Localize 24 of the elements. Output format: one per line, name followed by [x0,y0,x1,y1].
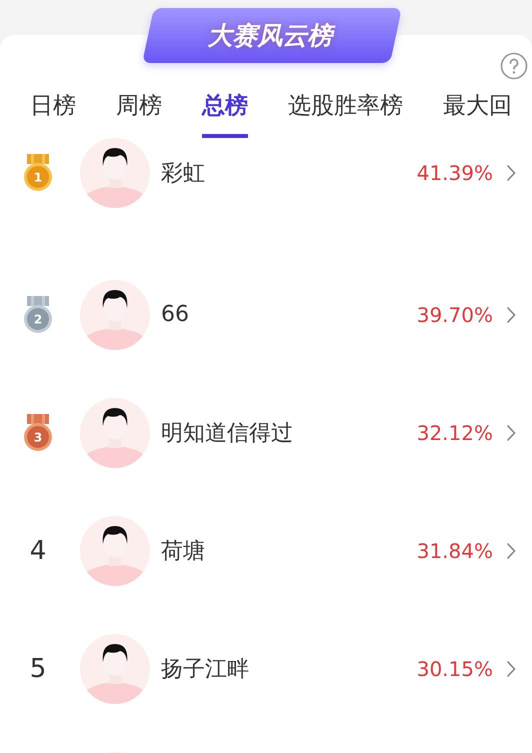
rank-number: 5 [30,654,46,684]
user-name: 66 [161,302,190,327]
win-rate: 41.39% [416,161,493,185]
rank-number: 4 [30,536,46,566]
tab[interactable]: 最大回 [443,90,512,138]
user-name: 荷塘 [161,538,206,566]
tab[interactable]: 总榜 [202,90,248,138]
chevron-right-icon[interactable] [506,164,516,182]
chevron-right-icon[interactable] [506,660,516,678]
win-rate: 39.70% [416,302,493,326]
win-rate: 30.15% [416,656,493,680]
user-name: 明知道信得过 [161,420,294,448]
chevron-right-icon[interactable] [506,306,516,324]
help-icon[interactable] [500,52,528,80]
win-rate: 32.12% [416,420,493,444]
chevron-right-icon[interactable] [506,542,516,560]
tab[interactable]: 周榜 [116,90,162,138]
tab[interactable]: 选股胜率榜 [288,90,403,138]
user-name: 彩虹 [161,160,206,188]
tab[interactable]: 日榜 [30,90,76,138]
chevron-right-icon[interactable] [506,424,516,442]
user-name: 扬子江畔 [161,656,250,684]
win-rate: 31.84% [416,538,493,562]
banner-title: 大赛风云榜 [142,8,402,63]
